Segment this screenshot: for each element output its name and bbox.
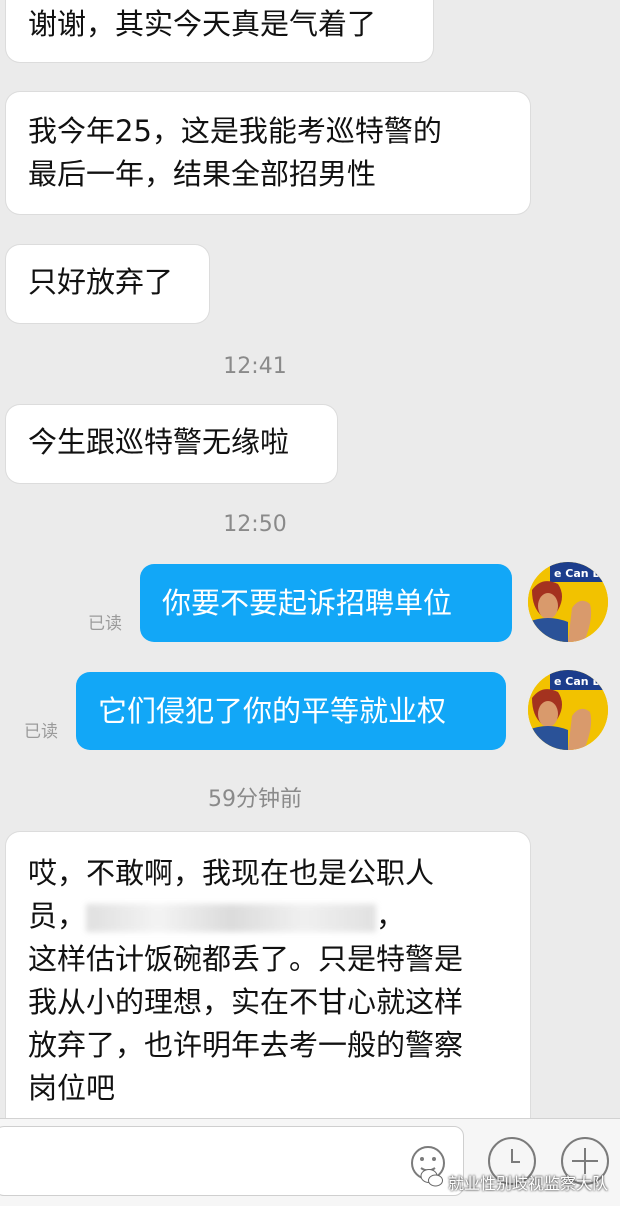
message-text-line: 员， ， — [28, 895, 508, 938]
message-incoming-1[interactable]: 谢谢，其实今天真是气着了 — [6, 0, 433, 62]
message-text: 今生跟巡特警无缘啦 — [28, 425, 290, 459]
avatar[interactable]: e Can Do It — [528, 562, 608, 642]
message-text-line: 我从小的理想，实在不甘心就这样 — [28, 985, 464, 1019]
avatar-image: e Can Do It — [528, 670, 608, 750]
message-text-line: 哎，不敢啊，我现在也是公职人 — [28, 856, 435, 890]
message-text-line: 岗位吧 — [28, 1071, 116, 1105]
message-text: 你要不要起诉招聘单位 — [162, 585, 453, 620]
message-text: 只好放弃了 — [28, 265, 174, 299]
wechat-icon — [420, 1169, 443, 1187]
message-input[interactable] — [0, 1126, 464, 1196]
avatar[interactable]: e Can Do It — [528, 670, 608, 750]
message-text-line: 这样估计饭碗都丢了。只是特警是 — [28, 942, 464, 976]
read-receipt: 已读 — [24, 722, 58, 742]
avatar-image: e Can Do It — [528, 562, 608, 642]
timestamp: 12:41 — [223, 354, 287, 379]
timestamp: 12:50 — [223, 512, 287, 537]
redacted-text — [86, 904, 377, 932]
message-text: 谢谢，其实今天真是气着了 — [28, 7, 377, 41]
message-text-fragment: 员， — [28, 899, 87, 933]
read-receipt: 已读 — [88, 614, 122, 634]
avatar-caption: e Can Do It — [554, 567, 608, 580]
message-incoming-2[interactable]: 我今年25，这是我能考巡特警的 最后一年，结果全部招男性 — [6, 92, 530, 214]
avatar-caption: e Can Do It — [554, 675, 608, 688]
message-text: 它们侵犯了你的平等就业权 — [98, 693, 447, 728]
message-incoming-4[interactable]: 今生跟巡特警无缘啦 — [6, 405, 337, 483]
message-outgoing-2[interactable]: 它们侵犯了你的平等就业权 — [76, 672, 506, 750]
message-incoming-3[interactable]: 只好放弃了 — [6, 245, 209, 323]
message-text-line: 最后一年，结果全部招男性 — [28, 157, 377, 191]
message-text-line: 放弃了，也许明年去考一般的警察 — [28, 1028, 464, 1062]
message-outgoing-1[interactable]: 你要不要起诉招聘单位 — [140, 564, 512, 642]
message-text-line: 我今年25，这是我能考巡特警的 — [28, 114, 442, 148]
watermark-text: 就业性别歧视监察大队 — [448, 1174, 609, 1193]
message-text-fragment: ， — [376, 899, 406, 933]
timestamp: 59分钟前 — [208, 787, 302, 812]
message-incoming-5[interactable]: 哎，不敢啊，我现在也是公职人 员， ， 这样估计饭碗都丢了。只是特警是 我从小的理… — [6, 832, 530, 1132]
